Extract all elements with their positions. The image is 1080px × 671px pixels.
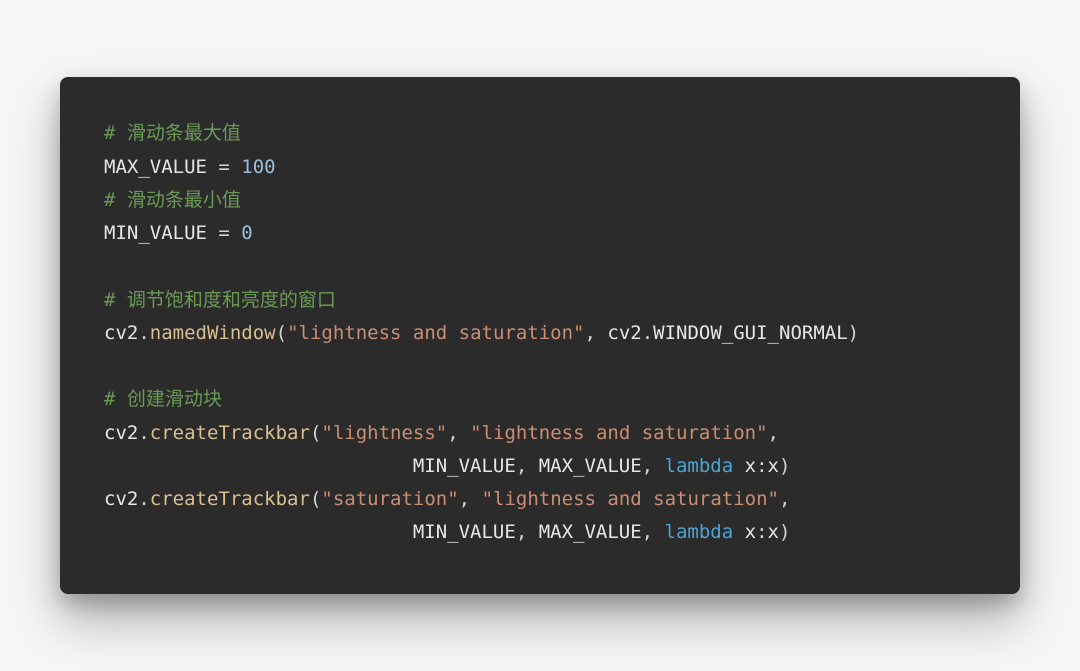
- code-token: ,: [516, 455, 539, 477]
- code-token: lambda: [665, 455, 734, 477]
- code-token: MAX_VALUE: [104, 156, 207, 178]
- code-token: ,: [516, 521, 539, 543]
- code-token: ): [779, 521, 790, 543]
- page-stage: # 滑动条最大值 MAX_VALUE = 100 # 滑动条最小值 MIN_VA…: [0, 0, 1080, 671]
- code-line: MAX_VALUE = 100: [104, 156, 276, 178]
- code-token: x: [768, 521, 779, 543]
- code-token: "lightness and saturation": [470, 422, 767, 444]
- code-token: .: [138, 322, 149, 344]
- code-line: MIN_VALUE = 0: [104, 222, 253, 244]
- code-token: x: [733, 455, 756, 477]
- code-token: # 滑动条最大值: [104, 122, 241, 144]
- code-token: ,: [585, 322, 608, 344]
- code-token: ): [848, 322, 859, 344]
- code-token: ,: [768, 422, 779, 444]
- code-token: createTrackbar: [150, 422, 310, 444]
- code-token: =: [207, 156, 241, 178]
- code-token: (: [276, 322, 287, 344]
- code-token: "lightness and saturation": [482, 488, 779, 510]
- code-token: cv2: [104, 322, 138, 344]
- code-card: # 滑动条最大值 MAX_VALUE = 100 # 滑动条最小值 MIN_VA…: [60, 77, 1020, 593]
- code-token: :: [756, 455, 767, 477]
- code-token: ): [779, 455, 790, 477]
- code-block: # 滑动条最大值 MAX_VALUE = 100 # 滑动条最小值 MIN_VA…: [104, 117, 976, 549]
- code-token: MAX_VALUE: [539, 521, 642, 543]
- code-token: :: [756, 521, 767, 543]
- code-token: cv2: [104, 422, 138, 444]
- code-token: ,: [459, 488, 482, 510]
- code-token: lambda: [665, 521, 734, 543]
- code-token: cv2: [104, 488, 138, 510]
- code-token: x: [733, 521, 756, 543]
- code-token: x: [768, 455, 779, 477]
- code-token: "saturation": [321, 488, 458, 510]
- code-line: # 滑动条最小值: [104, 189, 241, 211]
- code-token: .: [138, 422, 149, 444]
- code-token: ,: [642, 455, 665, 477]
- code-token: createTrackbar: [150, 488, 310, 510]
- code-token: MAX_VALUE: [539, 455, 642, 477]
- code-line: # 调节饱和度和亮度的窗口: [104, 289, 336, 311]
- code-token: cv2: [607, 322, 641, 344]
- code-token: MIN_VALUE: [413, 521, 516, 543]
- code-token: "lightness": [321, 422, 447, 444]
- code-token: # 创建滑动块: [104, 388, 222, 410]
- code-token: 0: [241, 222, 252, 244]
- code-token: "lightness and saturation": [287, 322, 584, 344]
- code-line: # 滑动条最大值: [104, 122, 241, 144]
- code-token: .: [138, 488, 149, 510]
- code-token: # 滑动条最小值: [104, 189, 241, 211]
- code-token: WINDOW_GUI_NORMAL: [653, 322, 847, 344]
- code-line: cv2.createTrackbar("saturation", "lightn…: [104, 488, 790, 510]
- code-line: # 创建滑动块: [104, 388, 222, 410]
- code-token: ,: [447, 422, 470, 444]
- code-token: =: [207, 222, 241, 244]
- code-token: (: [310, 422, 321, 444]
- code-token: # 调节饱和度和亮度的窗口: [104, 289, 336, 311]
- code-token: ,: [642, 521, 665, 543]
- code-token: 100: [241, 156, 275, 178]
- code-token: namedWindow: [150, 322, 276, 344]
- code-line: MIN_VALUE, MAX_VALUE, lambda x:x): [104, 455, 790, 477]
- code-line: MIN_VALUE, MAX_VALUE, lambda x:x): [104, 521, 790, 543]
- code-token: MIN_VALUE: [104, 222, 207, 244]
- code-token: ,: [779, 488, 790, 510]
- code-token: .: [642, 322, 653, 344]
- code-line: cv2.namedWindow("lightness and saturatio…: [104, 322, 859, 344]
- code-token: MIN_VALUE: [413, 455, 516, 477]
- code-line: cv2.createTrackbar("lightness", "lightne…: [104, 422, 779, 444]
- code-token: (: [310, 488, 321, 510]
